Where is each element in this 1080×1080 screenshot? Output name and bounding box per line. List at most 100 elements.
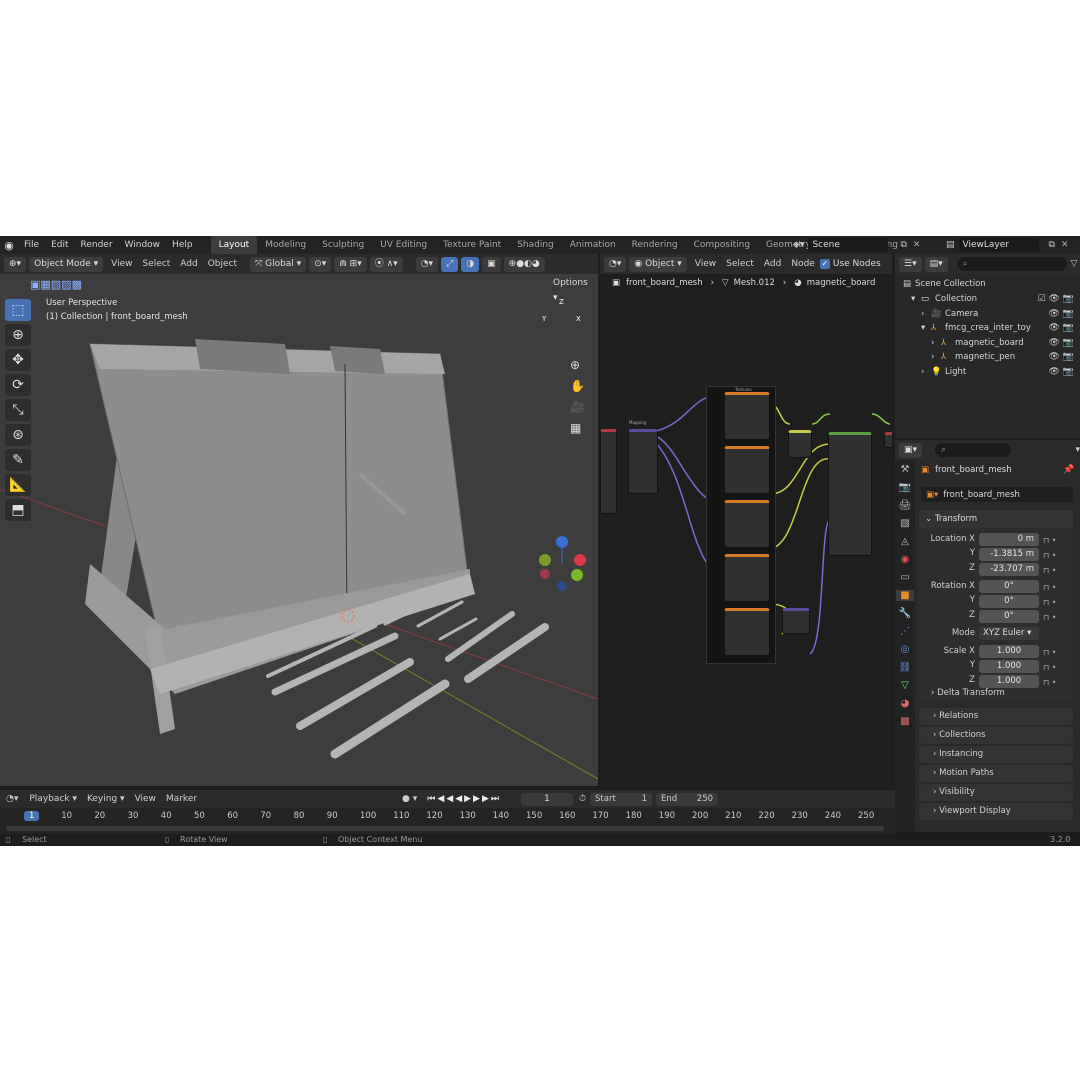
modifier-tab-icon[interactable]: 🔧 <box>899 608 911 619</box>
expand-arrow-icon[interactable]: ▾ <box>921 321 925 335</box>
material-tab-icon[interactable]: ◕ <box>901 698 910 709</box>
panel-collections[interactable]: › Collections <box>919 727 1073 744</box>
shading-modes-icon[interactable]: ⊕●◐◕ <box>503 256 545 272</box>
ortho-grid-icon[interactable]: ▦ <box>570 421 585 435</box>
tab-compositing[interactable]: Compositing <box>686 236 758 254</box>
lock-icon[interactable]: ⊓ • <box>1043 580 1057 595</box>
delete-scene-icon[interactable]: ✕ <box>913 240 921 250</box>
new-scene-icon[interactable]: ⧉ <box>900 240 906 250</box>
outliner-item[interactable]: › ⅄ magnetic_board 👁 📷 <box>895 336 1080 350</box>
outliner-search[interactable]: ⌕ <box>956 257 1067 271</box>
annotate-tool-icon[interactable]: ✎ <box>5 449 31 471</box>
overlay-toggle-icon[interactable]: ◑ <box>461 256 480 272</box>
lock-icon[interactable]: ⊓ • <box>1043 645 1057 660</box>
node-node-menu[interactable]: Node <box>786 259 820 269</box>
pan-hand-icon[interactable]: ✋ <box>570 379 585 393</box>
principled-bsdf-node[interactable] <box>828 432 872 556</box>
image-texture-node-1[interactable] <box>724 392 770 440</box>
select-menu[interactable]: Select <box>138 259 176 269</box>
lock-icon[interactable]: ⊓ • <box>1043 533 1057 548</box>
tab-texture-paint[interactable]: Texture Paint <box>435 236 509 254</box>
scale-y-field[interactable]: 1.000 <box>979 660 1039 673</box>
tab-layout[interactable]: Layout <box>210 236 258 254</box>
shader-type-dropdown[interactable]: ◉ Object ▾ <box>629 256 687 272</box>
location-z-field[interactable]: -23.707 m <box>979 563 1039 576</box>
tool-tab-icon[interactable]: ⚒ <box>901 464 910 475</box>
lock-icon[interactable]: ⊓ • <box>1043 563 1057 578</box>
object-menu[interactable]: Object <box>203 259 242 269</box>
shader-node-editor[interactable]: ▣ front_board_mesh › ▽ Mesh.012 › ◕ magn… <box>600 274 892 786</box>
visibility-toggle-icon[interactable]: 👁 📷 <box>1049 307 1075 321</box>
lock-icon[interactable]: ⊓ • <box>1043 675 1057 690</box>
pin-icon[interactable]: 📌 <box>1063 465 1074 475</box>
rotation-z-field[interactable]: 0° <box>979 610 1039 623</box>
outliner-type-icon[interactable]: ☰▾ <box>899 256 922 272</box>
tab-rendering[interactable]: Rendering <box>624 236 686 254</box>
scale-x-field[interactable]: 1.000 <box>979 645 1039 658</box>
node-add-menu[interactable]: Add <box>759 259 786 269</box>
outliner-item[interactable]: ▾ ⅄ fmcg_crea_inter_toy 👁 📷 <box>895 321 1080 335</box>
expand-arrow-icon[interactable]: ▾ <box>911 292 915 306</box>
constraints-tab-icon[interactable]: ⛓ <box>899 662 912 673</box>
panel-viewport-display[interactable]: › Viewport Display <box>919 803 1073 820</box>
panel-motion-paths[interactable]: › Motion Paths <box>919 765 1073 782</box>
transform-tool-icon[interactable]: ⊛ <box>5 424 31 446</box>
image-texture-node-5[interactable] <box>724 608 770 656</box>
delete-viewlayer-icon[interactable]: ✕ <box>1061 240 1069 250</box>
display-mode-icon[interactable]: ▤▾ <box>924 256 948 272</box>
timeline-editor-icon[interactable]: ◔▾ <box>6 794 18 804</box>
visibility-toggle-icon[interactable]: 👁 📷 <box>1049 350 1075 364</box>
rotation-x-field[interactable]: 0° <box>979 580 1039 593</box>
image-texture-node-3[interactable] <box>724 500 770 548</box>
xray-icon[interactable]: ▣ <box>482 256 501 272</box>
new-viewlayer-icon[interactable]: ⧉ <box>1049 240 1055 250</box>
tab-sculpting[interactable]: Sculpting <box>314 236 372 254</box>
current-frame-field[interactable]: 1 <box>521 792 573 806</box>
lock-icon[interactable]: ⊓ • <box>1043 660 1057 675</box>
panel-instancing[interactable]: › Instancing <box>919 746 1073 763</box>
proportional-icon[interactable]: ⦿ ∧▾ <box>369 256 403 272</box>
filter-icon[interactable]: ▽ <box>1071 259 1078 269</box>
lock-icon[interactable]: ⊓ • <box>1043 595 1057 610</box>
properties-options-icon[interactable]: ▾ <box>1075 445 1080 455</box>
mix-node[interactable] <box>788 430 812 458</box>
object-tab-icon[interactable]: ■ <box>896 590 914 601</box>
keying-menu[interactable]: Keying ▾ <box>82 794 130 804</box>
mode-dropdown[interactable]: Object Mode ▾ <box>29 256 104 272</box>
node-view-menu[interactable]: View <box>690 259 721 269</box>
node-select-menu[interactable]: Select <box>721 259 759 269</box>
location-x-field[interactable]: 0 m <box>979 533 1039 546</box>
expand-arrow-icon[interactable]: › <box>931 350 934 364</box>
playback-menu[interactable]: Playback ▾ <box>24 794 82 804</box>
frame-ruler[interactable]: 1 10 20 30 40 50 60 70 80 90 100 110 120 130 140 150 160… <box>0 808 895 824</box>
view-menu[interactable]: View <box>106 259 137 269</box>
location-y-field[interactable]: -1.3815 m <box>979 548 1039 561</box>
measure-tool-icon[interactable]: 📐 <box>5 474 31 496</box>
scale-z-field[interactable]: 1.000 <box>979 675 1039 688</box>
scene-selector[interactable]: ◈▾ Scene ⧉ ✕ <box>793 236 920 254</box>
visibility-toggle-icon[interactable]: 👁 📷 <box>1049 321 1075 335</box>
orientation-dropdown[interactable]: ⤧ Global ▾ <box>250 256 307 272</box>
blender-logo-icon[interactable]: ◉ <box>0 239 18 252</box>
zoom-icon[interactable]: ⊕ <box>570 358 585 372</box>
use-nodes-checkbox[interactable]: ✓ <box>819 259 830 269</box>
3d-viewport[interactable]: Z ⬚ ⊕ ✥ ⟳ ⤡ ⊛ ✎ 📐 ⬒ User Perspective (1)… <box>0 274 598 786</box>
expand-arrow-icon[interactable]: › <box>921 365 924 379</box>
transform-panel-header[interactable]: ⌄ Transform <box>919 510 1073 528</box>
collection-tab-icon[interactable]: ▭ <box>900 572 909 583</box>
properties-search[interactable]: ⌕ <box>935 443 1012 457</box>
texcoord-node[interactable] <box>600 429 617 514</box>
playback-controls[interactable]: ⏮◀◀◀▶▶▶⏭ <box>427 794 501 804</box>
scale-tool-icon[interactable]: ⤡ <box>5 399 31 421</box>
world-tab-icon[interactable]: ◉ <box>901 554 910 565</box>
outliner-item[interactable]: ▾ ▭ Collection ☑ 👁 📷 <box>895 292 1080 306</box>
physics-tab-icon[interactable]: ◎ <box>901 644 910 655</box>
add-cube-tool-icon[interactable]: ⬒ <box>5 499 31 521</box>
menu-help[interactable]: Help <box>166 236 199 254</box>
outliner-item[interactable]: › 💡 Light 👁 📷 <box>895 365 1080 379</box>
lock-icon[interactable]: ⊓ • <box>1043 548 1057 563</box>
properties-type-icon[interactable]: ▣▾ <box>899 442 923 458</box>
visibility-icon[interactable]: ◔▾ <box>415 256 439 272</box>
data-tab-icon[interactable]: ▽ <box>901 680 909 691</box>
start-frame-field[interactable]: Start 1 <box>590 792 653 806</box>
